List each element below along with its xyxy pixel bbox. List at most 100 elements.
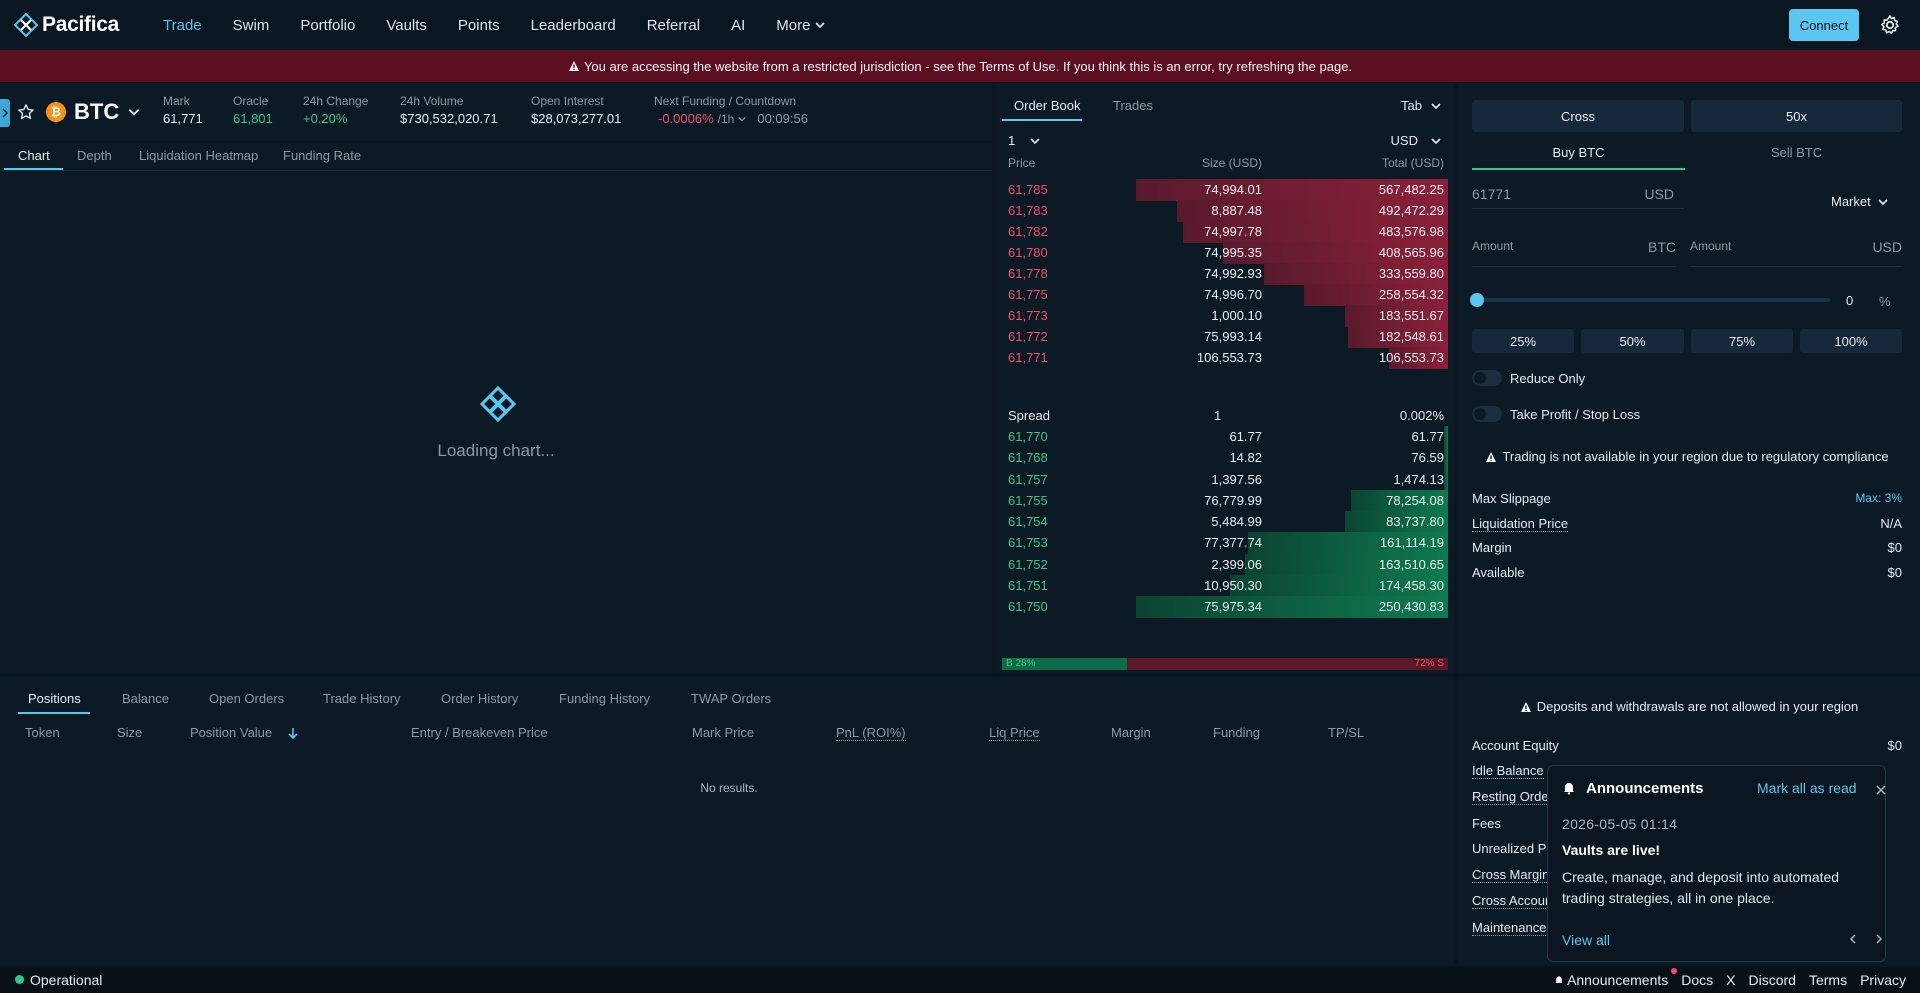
bid-row[interactable]: 61,750 75,975.34 250,430.83 — [996, 595, 1454, 619]
order-total: 567,482.25 — [1378, 182, 1444, 197]
leverage-button[interactable]: 50x — [1691, 100, 1902, 132]
tab-order-history[interactable]: Order History — [441, 691, 518, 706]
tab-chart[interactable]: Chart — [18, 148, 50, 163]
size-slider-thumb[interactable] — [1470, 293, 1484, 307]
view-all-link[interactable]: View all — [1562, 932, 1610, 948]
pct-25-button[interactable]: 25% — [1472, 329, 1574, 353]
col-mark-price[interactable]: Mark Price — [692, 725, 754, 740]
chevron-right-icon — [2, 108, 8, 118]
star-icon[interactable] — [17, 103, 35, 121]
tab-depth[interactable]: Depth — [77, 148, 112, 163]
tab-buy[interactable]: Buy BTC — [1472, 145, 1685, 160]
col-funding[interactable]: Funding — [1213, 725, 1260, 740]
nav-vaults[interactable]: Vaults — [386, 17, 427, 34]
tab-twap-orders[interactable]: TWAP Orders — [691, 691, 771, 706]
tab-order-book[interactable]: Order Book — [1014, 98, 1080, 113]
order-price: 61,771 — [1008, 350, 1048, 365]
chevron-left-icon[interactable] — [1847, 933, 1859, 945]
tab-trades[interactable]: Trades — [1113, 98, 1153, 113]
announcement-date: 2026-05-05 01:14 — [1562, 816, 1678, 832]
order-type-value: Market — [1831, 194, 1871, 209]
col-tpsl[interactable]: TP/SL — [1328, 725, 1364, 740]
col-pnl-roi[interactable]: PnL (ROI%) — [836, 725, 906, 741]
footer-privacy[interactable]: Privacy — [1860, 972, 1906, 988]
gear-icon[interactable] — [1878, 13, 1902, 37]
footer-announcements-label: Announcements — [1567, 972, 1669, 988]
order-price: 61,752 — [1008, 556, 1048, 572]
order-price: 61,780 — [1008, 245, 1048, 260]
col-size[interactable]: Size — [117, 725, 142, 740]
depth-bar — [1444, 447, 1448, 470]
chevron-down-icon[interactable] — [737, 114, 747, 124]
order-size: 74,994.01 — [1204, 182, 1262, 197]
account-row-resting-order: Resting Order — [1472, 789, 1553, 805]
sidebar-expand-handle[interactable] — [0, 99, 10, 127]
close-icon[interactable] — [1875, 784, 1887, 796]
nav-points[interactable]: Points — [458, 17, 500, 34]
deposit-restricted-warning: Deposits and withdrawals are not allowed… — [1458, 699, 1920, 714]
nav-more[interactable]: More — [776, 17, 826, 34]
ask-row[interactable]: 61,771 106,553.73 106,553.73 — [996, 346, 1454, 370]
nav-swim[interactable]: Swim — [233, 17, 270, 34]
chevron-right-icon[interactable] — [1873, 933, 1885, 945]
footer-docs[interactable]: Docs — [1681, 972, 1713, 988]
tpsl-toggle[interactable] — [1472, 406, 1502, 422]
spread-label: Spread — [1008, 408, 1050, 423]
nav-ai[interactable]: AI — [731, 17, 745, 34]
account-row-fees: Fees — [1472, 816, 1501, 831]
currency-selector[interactable]: USD — [1391, 133, 1442, 148]
header-total: Total (USD) — [1381, 156, 1444, 170]
tab-open-orders[interactable]: Open Orders — [209, 691, 284, 706]
footer-terms[interactable]: Terms — [1809, 972, 1847, 988]
col-position-value[interactable]: Position Value — [190, 725, 300, 740]
amount-usd-field[interactable]: Amount USD — [1690, 239, 1902, 267]
col-token[interactable]: Token — [25, 725, 60, 740]
margin-mode-button[interactable]: Cross — [1472, 100, 1684, 132]
tab-funding-history[interactable]: Funding History — [559, 691, 650, 706]
order-size: 75,975.34 — [1204, 599, 1262, 614]
symbol-name: BTC — [74, 99, 120, 124]
view-selector[interactable]: Tab — [1401, 98, 1442, 113]
tab-liquidation-heatmap[interactable]: Liquidation Heatmap — [139, 148, 258, 163]
size-percent-value[interactable]: 0 — [1846, 293, 1853, 308]
footer-announcements[interactable]: Announcements — [1554, 968, 1678, 988]
col-liq-price[interactable]: Liq Price — [989, 725, 1040, 741]
stat-label: Oracle — [233, 94, 269, 108]
mark-all-read-link[interactable]: Mark all as read — [1757, 780, 1857, 796]
tick-size-selector[interactable]: 1 — [1008, 133, 1041, 148]
brand-logo[interactable]: Pacifica — [14, 13, 132, 37]
tab-positions[interactable]: Positions — [28, 691, 81, 706]
footer-discord[interactable]: Discord — [1749, 972, 1796, 988]
connect-button[interactable]: Connect — [1789, 9, 1859, 41]
size-slider-track[interactable] — [1470, 293, 1830, 307]
symbol-selector[interactable]: BTC — [74, 99, 141, 125]
order-total: 78,254.08 — [1386, 492, 1444, 508]
tab-sell[interactable]: Sell BTC — [1691, 145, 1902, 160]
restricted-banner: You are accessing the website from a res… — [0, 50, 1920, 82]
amount-btc-field[interactable]: Amount BTC — [1472, 239, 1676, 267]
nav-portfolio[interactable]: Portfolio — [300, 17, 355, 34]
info-liquidation-price: Liquidation Price N/A — [1472, 516, 1902, 532]
col-margin[interactable]: Margin — [1111, 725, 1151, 740]
tab-funding-rate[interactable]: Funding Rate — [283, 148, 361, 163]
funding-interval[interactable]: /1h — [718, 112, 735, 126]
info-available: Available $0 — [1472, 565, 1902, 580]
reduce-only-toggle[interactable] — [1472, 370, 1502, 386]
nav-referral[interactable]: Referral — [647, 17, 700, 34]
col-entry-breakeven[interactable]: Entry / Breakeven Price — [411, 725, 548, 740]
pct-100-button[interactable]: 100% — [1800, 329, 1902, 353]
max-slippage-value[interactable]: Max: 3% — [1855, 491, 1902, 506]
tab-balance[interactable]: Balance — [122, 691, 169, 706]
order-total: 76.59 — [1411, 450, 1444, 466]
pct-50-button[interactable]: 50% — [1581, 329, 1684, 353]
price-field[interactable]: 61771 USD — [1472, 177, 1684, 209]
footer-x[interactable]: X — [1726, 972, 1735, 988]
order-type-selector[interactable]: Market — [1831, 194, 1889, 209]
pacifica-logo-icon — [14, 13, 38, 37]
pct-75-button[interactable]: 75% — [1691, 329, 1793, 353]
nav-trade[interactable]: Trade — [163, 17, 202, 34]
tab-trade-history[interactable]: Trade History — [323, 691, 401, 706]
chevron-down-icon — [1431, 137, 1441, 144]
nav-leaderboard[interactable]: Leaderboard — [531, 17, 616, 34]
order-total: 161,114.19 — [1379, 535, 1444, 551]
